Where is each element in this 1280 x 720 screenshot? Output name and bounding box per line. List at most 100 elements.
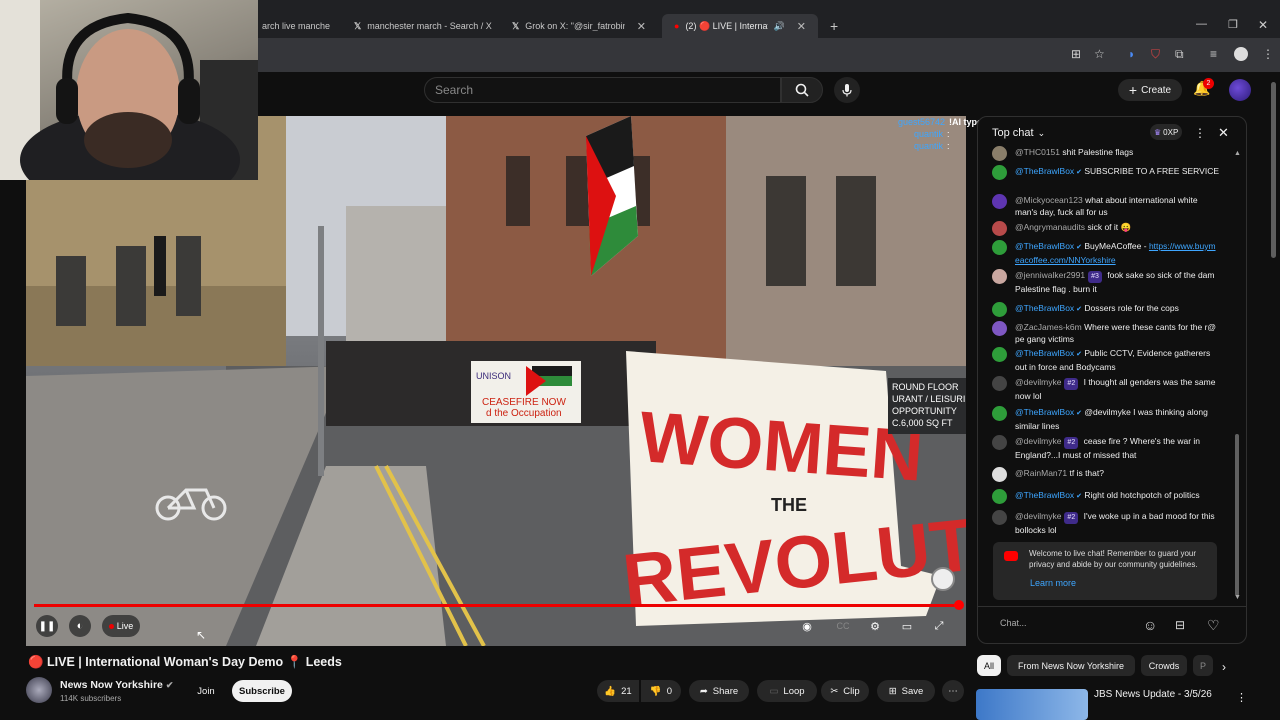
- minimize-icon[interactable]: —: [1196, 18, 1207, 30]
- pause-button[interactable]: ❚❚: [36, 615, 58, 637]
- chat-avatar[interactable]: [992, 467, 1007, 482]
- chat-avatar[interactable]: [992, 165, 1007, 180]
- chat-avatar[interactable]: [992, 489, 1007, 504]
- chat-author[interactable]: @TheBrawlBox: [1015, 490, 1074, 500]
- chat-avatar[interactable]: [992, 347, 1007, 362]
- close-chat-icon[interactable]: ✕: [1218, 125, 1229, 141]
- chat-message[interactable]: @TheBrawlBox ✔ BuyMeACoffee - https://ww…: [992, 240, 1220, 266]
- browser-tab[interactable]: arch live manche ✕: [250, 14, 340, 38]
- chat-avatar[interactable]: [992, 406, 1007, 421]
- video-progress-bar[interactable]: [34, 604, 960, 607]
- chat-author[interactable]: @RainMan71: [1015, 468, 1067, 478]
- chat-message[interactable]: @TheBrawlBox ✔ SUBSCRIBE TO A FREE SERVI…: [992, 165, 1220, 180]
- recommended-video-thumbnail[interactable]: [976, 689, 1088, 720]
- chat-avatar[interactable]: [992, 435, 1007, 450]
- chat-author[interactable]: @TheBrawlBox: [1015, 407, 1074, 417]
- install-icon[interactable]: ⊞: [1071, 47, 1081, 61]
- chat-message[interactable]: @TheBrawlBox ✔ Right old hotchpotch of p…: [992, 489, 1220, 504]
- chat-avatar[interactable]: [992, 269, 1007, 284]
- live-indicator[interactable]: Live: [102, 615, 140, 637]
- dislike-button[interactable]: 👎 0: [641, 680, 681, 702]
- chat-author[interactable]: @devilmyke: [1015, 377, 1061, 387]
- bookmark-star-icon[interactable]: ☆: [1094, 47, 1105, 61]
- chip-from-channel[interactable]: From News Now Yorkshire: [1007, 655, 1135, 676]
- share-button[interactable]: ➦ Share: [689, 680, 749, 702]
- chat-author[interactable]: @TheBrawlBox: [1015, 241, 1074, 251]
- search-button[interactable]: [781, 77, 823, 103]
- chat-author[interactable]: @THC0151: [1015, 147, 1060, 157]
- chat-message[interactable]: @devilmyke #2 I've woke up in a bad mood …: [992, 510, 1220, 536]
- chat-author[interactable]: @Angrymanaudits: [1015, 222, 1085, 232]
- chat-author[interactable]: @ZacJames-k6m: [1015, 322, 1082, 332]
- mute-button[interactable]: ◐: [69, 615, 91, 637]
- fullscreen-icon[interactable]: ⤢: [929, 615, 949, 637]
- scroll-down-icon[interactable]: ▼: [1234, 594, 1241, 601]
- xp-badge[interactable]: ♛ 0XP: [1150, 124, 1183, 140]
- extensions-puzzle-icon[interactable]: ⧉: [1175, 47, 1184, 62]
- search-input[interactable]: Search: [424, 77, 781, 103]
- new-tab-button[interactable]: +: [818, 14, 842, 38]
- chat-author[interactable]: @TheBrawlBox: [1015, 348, 1074, 358]
- chat-input[interactable]: Chat...: [1000, 618, 1130, 632]
- emoji-icon[interactable]: ☺: [1143, 617, 1157, 633]
- account-avatar[interactable]: [1229, 79, 1251, 101]
- channel-name[interactable]: News Now Yorkshire ✔: [60, 679, 173, 691]
- restore-icon[interactable]: ❐: [1228, 18, 1238, 31]
- settings-gear-icon[interactable]: ⚙: [865, 615, 885, 637]
- recommended-menu-icon[interactable]: ⋮: [1236, 691, 1247, 704]
- media-controls-icon[interactable]: ≡: [1210, 47, 1217, 61]
- chevron-right-icon[interactable]: ›: [1222, 660, 1226, 674]
- chat-message[interactable]: @Mickyocean123 what about international …: [992, 194, 1220, 218]
- chat-message[interactable]: @devilmyke #2 cease fire ? Where's the wa…: [992, 435, 1220, 461]
- video-player[interactable]: UNISON CEASEFIRE NOW d the Occupation WO…: [26, 116, 966, 646]
- chat-message[interactable]: @devilmyke #2 I thought all genders was t…: [992, 376, 1220, 402]
- chat-message[interactable]: @ZacJames-k6m Where were these cants for…: [992, 321, 1220, 345]
- chat-avatar[interactable]: [992, 221, 1007, 236]
- chip-crowds[interactable]: Crowds: [1141, 655, 1187, 676]
- chat-author[interactable]: @devilmyke: [1015, 436, 1061, 446]
- chat-message[interactable]: @RainMan71 tf is that?: [992, 467, 1220, 482]
- profile-icon[interactable]: [1234, 47, 1248, 61]
- browser-tab[interactable]: 𝕏 manchester march - Search / X ✕: [342, 14, 494, 38]
- channel-watermark-icon[interactable]: [931, 567, 955, 591]
- theater-mode-icon[interactable]: ▭: [897, 615, 917, 637]
- chat-avatar[interactable]: [992, 146, 1007, 161]
- close-window-icon[interactable]: ✕: [1258, 18, 1268, 32]
- chat-message[interactable]: @TheBrawlBox ✔ Public CCTV, Evidence gat…: [992, 347, 1220, 373]
- create-button[interactable]: + Create: [1118, 79, 1182, 101]
- chat-message[interactable]: @TheBrawlBox ✔ @devilmyke I was thinking…: [992, 406, 1220, 432]
- chat-author[interactable]: @jenniwalker2991: [1015, 270, 1085, 280]
- join-button[interactable]: Join: [192, 680, 220, 702]
- super-chat-icon[interactable]: ⊟: [1175, 618, 1185, 632]
- channel-avatar[interactable]: [26, 677, 52, 703]
- chat-scrollbar[interactable]: [1235, 434, 1239, 596]
- subscribe-button[interactable]: Subscribe: [232, 680, 292, 702]
- chat-avatar[interactable]: [992, 302, 1007, 317]
- recommended-video-title[interactable]: JBS News Update - 3/5/26: [1094, 689, 1212, 700]
- chat-message[interactable]: @TheBrawlBox ✔ Dossers role for the cops: [992, 302, 1220, 317]
- chat-avatar[interactable]: [992, 240, 1007, 255]
- page-scrollbar[interactable]: [1271, 82, 1276, 258]
- close-tab-icon[interactable]: ✕: [637, 20, 646, 33]
- chat-avatar[interactable]: [992, 510, 1007, 525]
- chat-message[interactable]: @jenniwalker2991 #3 fook sake so sick of …: [992, 269, 1220, 295]
- chat-message[interactable]: @THC0151 shit Palestine flags: [992, 146, 1220, 161]
- captions-icon[interactable]: CC: [833, 615, 853, 637]
- extension-shield-icon[interactable]: ⛉: [1151, 47, 1160, 62]
- voice-search-button[interactable]: [834, 77, 860, 103]
- chip-all[interactable]: All: [977, 655, 1001, 676]
- chat-author[interactable]: @TheBrawlBox: [1015, 166, 1074, 176]
- speaker-icon[interactable]: 🔊: [774, 21, 785, 32]
- heart-icon[interactable]: ♡: [1207, 617, 1220, 634]
- chat-author[interactable]: @TheBrawlBox: [1015, 303, 1074, 313]
- chat-author[interactable]: @devilmyke: [1015, 511, 1061, 521]
- learn-more-link[interactable]: Learn more: [1030, 578, 1076, 588]
- more-actions-button[interactable]: ⋯: [942, 680, 964, 702]
- browser-menu-icon[interactable]: ⋮: [1262, 47, 1274, 61]
- chat-message[interactable]: @Angrymanaudits sick of it 😛: [992, 221, 1220, 236]
- chat-author[interactable]: @Mickyocean123: [1015, 195, 1083, 205]
- chat-avatar[interactable]: [992, 321, 1007, 336]
- clip-button[interactable]: ✂ Clip: [821, 680, 869, 702]
- save-button[interactable]: ⊞ Save: [877, 680, 935, 702]
- extension-icon[interactable]: ◗: [1128, 47, 1135, 61]
